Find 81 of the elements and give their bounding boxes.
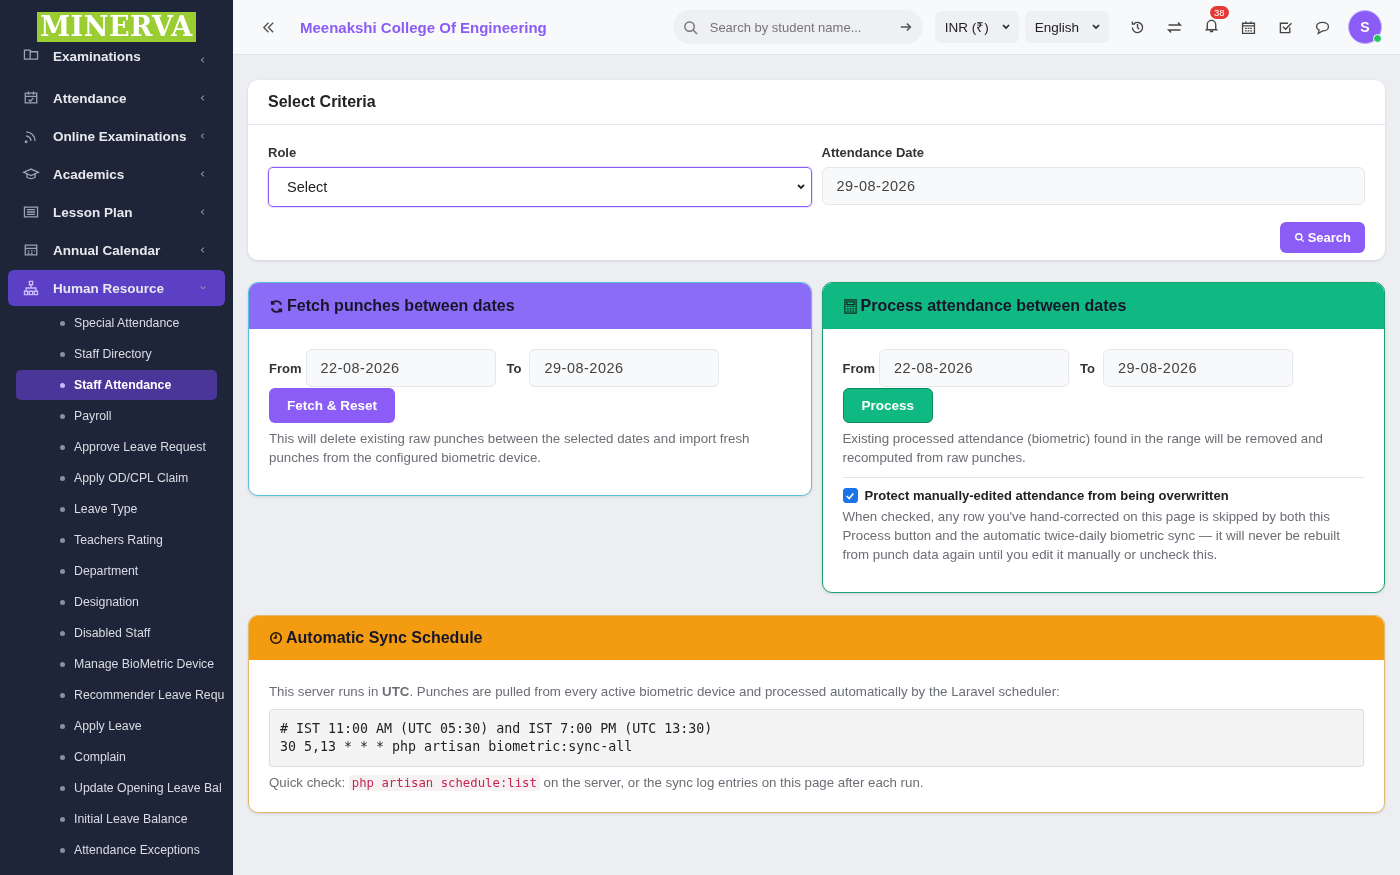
- chevron-icon: [199, 246, 207, 254]
- language-select[interactable]: English: [1024, 11, 1109, 43]
- menu-icon: [22, 241, 40, 259]
- field-label: From: [842, 360, 875, 376]
- clock-icon: [269, 631, 283, 645]
- help-text: This will delete existing raw punches between the selected dates and import fresh punches from the configured biometric device.: [269, 430, 751, 467]
- menu-icon: [22, 89, 40, 107]
- refresh-icon: [269, 298, 284, 314]
- caret-icon: [1000, 22, 1011, 32]
- date-field[interactable]: 22-08-2026: [879, 349, 1069, 387]
- submenu-item[interactable]: Department: [16, 556, 223, 586]
- chevron-icon: [199, 284, 207, 292]
- card-title: Select Criteria: [248, 80, 1385, 125]
- chevron-icon: [199, 94, 207, 102]
- submenu-item[interactable]: Staff Directory: [16, 339, 223, 369]
- chevron-icon: [199, 208, 207, 216]
- logo: MINERVA: [37, 12, 196, 42]
- chevron-icon: [199, 56, 207, 64]
- menu-item[interactable]: Online Examinations: [8, 118, 225, 154]
- date-field[interactable]: 22-08-2026: [305, 349, 496, 387]
- currency-select[interactable]: INR (₹): [934, 11, 1019, 43]
- chevron-icon: [199, 132, 207, 140]
- submenu-item[interactable]: Recommender Leave Requ: [16, 680, 223, 710]
- search-icon: [682, 19, 698, 35]
- field-label: Attendance Date: [821, 145, 926, 160]
- caret-icon: [795, 182, 806, 192]
- field-label: Role: [268, 145, 298, 160]
- menu-icon: [22, 279, 40, 297]
- caret-icon: [1091, 22, 1101, 32]
- menu-item[interactable]: Annual Calendar: [8, 232, 225, 268]
- role-select[interactable]: Select: [268, 167, 812, 207]
- chevron-icon: [199, 170, 207, 178]
- submenu-item[interactable]: Apply Leave: [16, 711, 223, 741]
- check-icon: [845, 490, 855, 501]
- card-title: Process attendance between dates: [860, 297, 1127, 315]
- fetch-reset-button[interactable]: Fetch & Reset: [269, 388, 396, 423]
- submenu-item[interactable]: Staff Attendance: [16, 370, 217, 400]
- menu-icon: [22, 203, 40, 221]
- submenu-item[interactable]: Payroll: [16, 401, 223, 431]
- checkbox-label[interactable]: Protect manually-edited attendance from being overwritten: [864, 488, 1229, 503]
- submenu-item[interactable]: Attendance Exceptions: [16, 835, 223, 865]
- menu-item[interactable]: Examinations: [8, 44, 225, 64]
- submenu-item[interactable]: Manage BioMetric Device: [16, 649, 223, 679]
- submenu-item[interactable]: Disabled Staff: [16, 618, 223, 648]
- collapse-icon[interactable]: [262, 20, 275, 34]
- field-label: From: [269, 360, 302, 376]
- search-bar[interactable]: Search by student name...: [672, 10, 923, 44]
- notification-badge: 38: [1210, 5, 1229, 19]
- card-title: Fetch punches between dates: [287, 297, 515, 315]
- submenu-item[interactable]: Initial Leave Balance: [16, 804, 223, 834]
- submenu-item[interactable]: Complain: [16, 742, 223, 772]
- submenu-item[interactable]: Designation: [16, 587, 223, 617]
- calculator-icon: [842, 298, 858, 314]
- submenu-item[interactable]: Update Opening Leave Bal: [16, 773, 223, 803]
- menu-item[interactable]: Human Resource: [8, 270, 225, 306]
- help-text: When checked, any row you've hand-corrected on this page is skipped by both this Process button and the automatic twice-daily biometric sync — it will never be rebuilt from punch data again until you edit it manually or uncheck this.: [842, 508, 1341, 564]
- submenu-item[interactable]: Special Attendance: [16, 308, 223, 338]
- search-field[interactable]: Search by student name...: [707, 18, 889, 36]
- submenu-item[interactable]: Teachers Rating: [16, 525, 223, 555]
- menu-item[interactable]: Attendance: [8, 80, 225, 116]
- field-label: To: [506, 360, 522, 376]
- submenu-item[interactable]: Approve Leave Request: [16, 432, 223, 462]
- submenu-item[interactable]: Leave Type: [16, 494, 223, 524]
- help-text: Quick check: php artisan schedule:list on the server, or the sync log entries on this page after each run.: [269, 774, 925, 792]
- code-block: # IST 11:00 AM (UTC 05:30) and IST 7:00 PM (UTC 13:30) 30 5,13 * * * php artisan biometric:sync-all: [269, 709, 1364, 767]
- arrow-right-icon[interactable]: [898, 20, 913, 34]
- college-title: Meenakshi College Of Engineering: [300, 18, 547, 36]
- menu-item[interactable]: Lesson Plan: [8, 194, 225, 230]
- date-field[interactable]: 29-08-2026: [529, 349, 720, 387]
- date-field[interactable]: 29-08-2026: [821, 167, 1365, 205]
- field-label: To: [1080, 360, 1095, 376]
- checkbox[interactable]: [842, 488, 858, 503]
- search-icon: [1293, 232, 1305, 243]
- help-text: This server runs in UTC. Punches are pulled from every active biometric device and processed automatically by the Laravel scheduler:: [269, 683, 1061, 701]
- user-avatar[interactable]: S: [1348, 10, 1382, 44]
- card-title: Automatic Sync Schedule: [286, 629, 483, 647]
- search-button[interactable]: Search: [1279, 222, 1365, 253]
- menu-item[interactable]: Academics: [8, 156, 225, 192]
- submenu-item[interactable]: Apply OD/CPL Claim: [16, 463, 223, 493]
- help-text: Existing processed attendance (biometric) found in the range will be removed and recomputed from raw punches.: [842, 430, 1324, 467]
- date-field[interactable]: 29-08-2026: [1102, 349, 1293, 387]
